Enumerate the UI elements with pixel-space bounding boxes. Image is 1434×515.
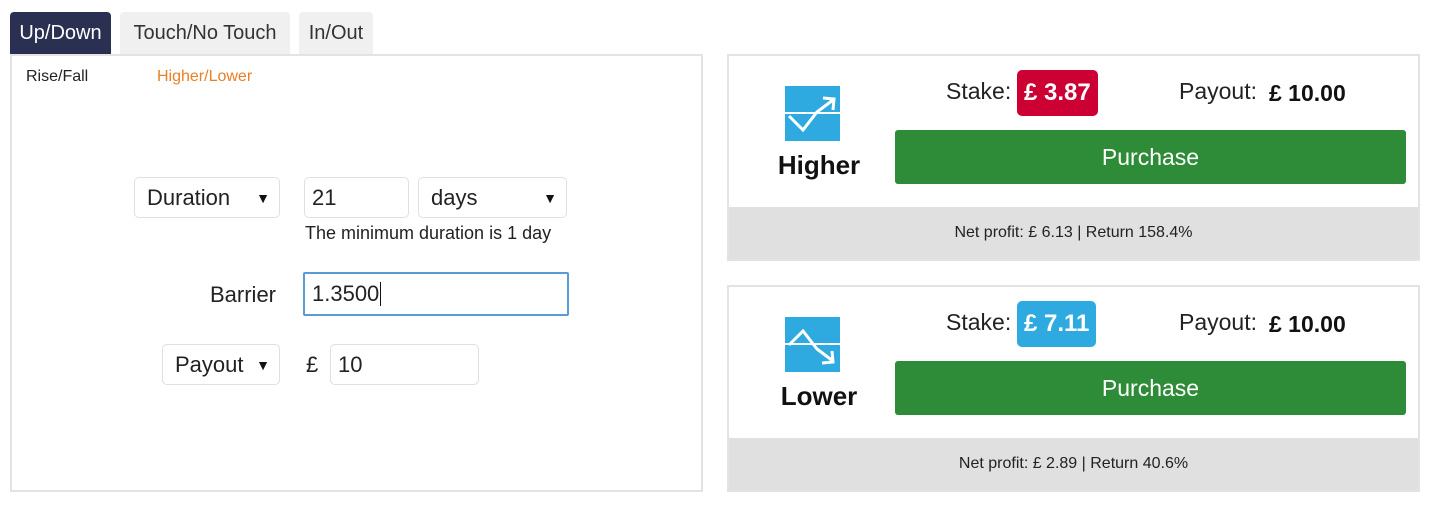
chevron-down-icon: ▼	[256, 189, 270, 206]
tab-in-out[interactable]: In/Out	[299, 12, 373, 55]
tab-touch-no-touch[interactable]: Touch/No Touch	[120, 12, 290, 55]
purchase-button-higher[interactable]: Purchase	[895, 130, 1406, 184]
trade-form-panel: Rise/Fall Higher/Lower Duration ▼ 21 day…	[10, 54, 703, 492]
purchase-button-lower[interactable]: Purchase	[895, 361, 1406, 415]
duration-value-input[interactable]: 21	[304, 177, 409, 218]
duration-unit-select[interactable]: days ▼	[418, 177, 567, 218]
net-profit-lower: Net profit: £ 2.89 | Return 40.6%	[729, 438, 1418, 490]
text-cursor	[380, 282, 382, 306]
price-box-lower: Lower Stake: £ 7.11 Payout: £ 10.00 Purc…	[727, 285, 1420, 492]
subtab-higher-lower[interactable]: Higher/Lower	[157, 68, 252, 86]
tab-up-down[interactable]: Up/Down	[10, 12, 111, 55]
contract-name-lower: Lower	[780, 381, 858, 411]
chevron-down-icon: ▼	[256, 356, 270, 373]
amount-value: 10	[338, 351, 363, 377]
lower-arrow-icon	[785, 317, 840, 372]
payout-label: Payout:	[1179, 309, 1257, 335]
barrier-label: Barrier	[210, 282, 277, 307]
barrier-input[interactable]: 1.3500	[303, 272, 569, 316]
duration-value-text: 21	[312, 184, 337, 210]
barrier-value: 1.3500	[312, 281, 380, 306]
duration-type-value: Duration	[147, 184, 231, 210]
duration-type-select[interactable]: Duration ▼	[134, 177, 280, 218]
duration-hint: The minimum duration is 1 day	[305, 223, 552, 243]
contract-name-higher: Higher	[777, 150, 861, 180]
stake-label: Stake:	[946, 309, 1012, 335]
amount-type-value: Payout	[175, 351, 244, 377]
subtab-rise-fall[interactable]: Rise/Fall	[26, 68, 88, 86]
price-box-higher: Higher Stake: £ 3.87 Payout: £ 10.00 Pur…	[727, 54, 1420, 261]
net-profit-higher: Net profit: £ 6.13 | Return 158.4%	[729, 207, 1418, 259]
amount-type-select[interactable]: Payout ▼	[162, 344, 280, 385]
higher-arrow-icon	[785, 86, 840, 141]
amount-input[interactable]: 10	[330, 344, 479, 385]
stake-label: Stake:	[946, 78, 1012, 104]
payout-label: Payout:	[1179, 78, 1257, 104]
stake-badge-lower: £ 7.11	[1017, 301, 1097, 347]
payout-value-lower: £ 10.00	[1269, 311, 1346, 337]
payout-value-higher: £ 10.00	[1269, 80, 1346, 106]
duration-unit-value: days	[431, 184, 478, 210]
stake-badge-higher: £ 3.87	[1017, 70, 1098, 116]
chevron-down-icon: ▼	[543, 189, 557, 206]
currency-symbol: £	[306, 352, 319, 377]
